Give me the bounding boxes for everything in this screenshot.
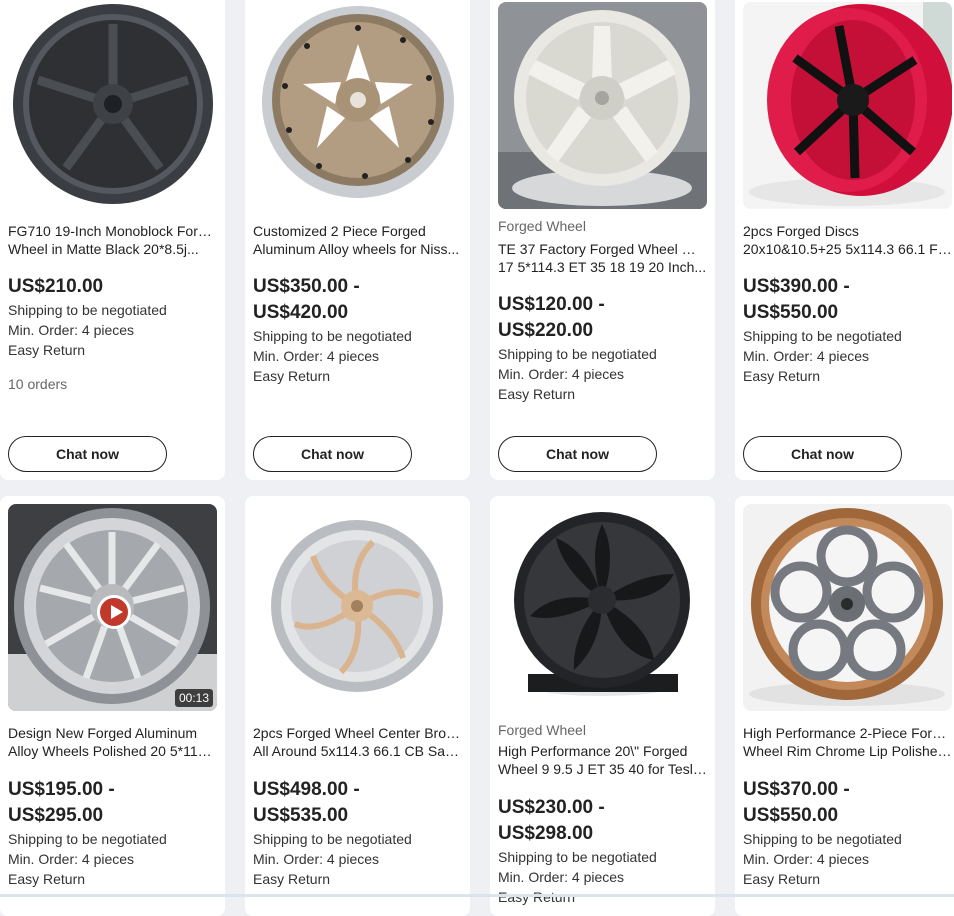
product-card[interactable]: High Performance 2-Piece Forged Wheel Ri… — [735, 496, 954, 916]
easy-return-text: Easy Return — [253, 368, 331, 384]
min-order-text: Min. Order: 4 pieces — [498, 366, 625, 382]
price: US$390.00 - — [743, 276, 850, 297]
product-title[interactable]: Design New Forged Aluminum Alloy Wheels … — [8, 724, 217, 760]
orders-count: 10 orders — [8, 376, 68, 392]
easy-return-text: Easy Return — [743, 871, 821, 887]
price: US$295.00 — [8, 805, 104, 826]
product-card[interactable]: 2pcs Forged Wheel Center Bronze All Arou… — [245, 496, 470, 916]
price: US$535.00 — [253, 805, 349, 826]
easy-return-text: Easy Return — [498, 386, 576, 402]
title-line: 17 5*114.3 ET 35 18 19 20 Inch... — [498, 259, 707, 275]
title-line: High Performance 2-Piece Forged — [743, 725, 952, 741]
product-card[interactable]: Customized 2 Piece Forged Aluminum Alloy… — [245, 0, 470, 480]
shipping-text: Shipping to be negotiated — [8, 302, 167, 318]
product-image[interactable] — [498, 504, 707, 711]
title-line: 2pcs Forged Discs — [743, 223, 859, 239]
price: US$220.00 — [498, 320, 594, 341]
shipping-text: Shipping to be negotiated — [253, 831, 412, 847]
video-duration: 00:13 — [174, 689, 213, 707]
product-card[interactable]: Forged Wheel TE 37 Factory Forged Wheel … — [490, 0, 715, 480]
title-line: FG710 19-Inch Monoblock Forged — [8, 223, 217, 239]
price: US$210.00 — [8, 276, 104, 297]
easy-return-text: Easy Return — [498, 889, 576, 905]
product-video[interactable]: 00:13 — [8, 504, 217, 711]
product-image[interactable] — [253, 504, 462, 711]
title-line: All Around 5x114.3 66.1 CB Sati... — [253, 743, 462, 759]
price: US$230.00 - — [498, 797, 605, 818]
product-title[interactable]: Customized 2 Piece Forged Aluminum Alloy… — [253, 222, 462, 258]
price: US$370.00 - — [743, 779, 850, 800]
easy-return-text: Easy Return — [8, 871, 86, 887]
shipping-text: Shipping to be negotiated — [253, 328, 412, 344]
min-order-text: Min. Order: 4 pieces — [743, 348, 870, 364]
chat-now-button[interactable]: Chat now — [8, 436, 167, 472]
wheel-image — [498, 2, 707, 209]
wheel-image — [498, 504, 707, 711]
product-card[interactable]: FG710 19-Inch Monoblock Forged Wheel in … — [0, 0, 225, 480]
title-line: 20x10&10.5+25 5x114.3 66.1 Fl... — [743, 241, 952, 257]
title-line: Alloy Wheels Polished 20 5*114.... — [8, 743, 217, 759]
shipping-text: Shipping to be negotiated — [498, 849, 657, 865]
product-title[interactable]: High Performance 2-Piece Forged Wheel Ri… — [743, 724, 952, 760]
product-title[interactable]: High Performance 20\" Forged Wheel 9 9.5… — [498, 742, 707, 778]
title-line: Wheel 9 9.5 J ET 35 40 for Tesla... — [498, 761, 707, 777]
title-line: High Performance 20\" Forged — [498, 743, 688, 759]
min-order-text: Min. Order: 4 pieces — [498, 869, 625, 885]
title-line: Design New Forged Aluminum — [8, 725, 198, 741]
min-order-text: Min. Order: 4 pieces — [8, 322, 135, 338]
price: US$350.00 - — [253, 276, 360, 297]
price: US$550.00 — [743, 302, 839, 323]
product-image[interactable] — [743, 2, 952, 209]
min-order-text: Min. Order: 4 pieces — [253, 851, 380, 867]
product-image[interactable] — [253, 0, 462, 207]
product-card[interactable]: Forged Wheel High Performance 20\" Forge… — [490, 496, 715, 916]
price: US$195.00 - — [8, 779, 115, 800]
play-icon[interactable] — [97, 595, 131, 629]
price: US$298.00 — [498, 823, 594, 844]
product-card[interactable]: 00:13 Design New Forged Aluminum Alloy W… — [0, 496, 225, 916]
supplier-name[interactable]: Forged Wheel — [498, 722, 586, 738]
chat-now-button[interactable]: Chat now — [498, 436, 657, 472]
chat-now-button[interactable]: Chat now — [743, 436, 902, 472]
product-image[interactable] — [743, 504, 952, 711]
price: US$550.00 — [743, 805, 839, 826]
easy-return-text: Easy Return — [743, 368, 821, 384]
easy-return-text: Easy Return — [8, 342, 86, 358]
min-order-text: Min. Order: 4 pieces — [253, 348, 380, 364]
product-title[interactable]: 2pcs Forged Discs 20x10&10.5+25 5x114.3 … — [743, 222, 952, 258]
price: US$120.00 - — [498, 294, 605, 315]
title-line: Aluminum Alloy wheels for Niss... — [253, 241, 460, 257]
easy-return-text: Easy Return — [253, 871, 331, 887]
product-title[interactable]: 2pcs Forged Wheel Center Bronze All Arou… — [253, 724, 462, 760]
title-line: Customized 2 Piece Forged — [253, 223, 426, 239]
min-order-text: Min. Order: 4 pieces — [743, 851, 870, 867]
price: US$420.00 — [253, 302, 349, 323]
product-image[interactable] — [498, 2, 707, 209]
title-line: Wheel Rim Chrome Lip Polished... — [743, 743, 952, 759]
chat-now-button[interactable]: Chat now — [253, 436, 412, 472]
supplier-name[interactable]: Forged Wheel — [498, 218, 586, 234]
wheel-image — [743, 2, 952, 209]
wheel-image — [253, 504, 462, 711]
shipping-text: Shipping to be negotiated — [743, 831, 902, 847]
shipping-text: Shipping to be negotiated — [8, 831, 167, 847]
title-line: TE 37 Factory Forged Wheel White — [498, 241, 707, 257]
title-line: 2pcs Forged Wheel Center Bronze — [253, 725, 462, 741]
shipping-text: Shipping to be negotiated — [743, 328, 902, 344]
shipping-text: Shipping to be negotiated — [498, 346, 657, 362]
product-title[interactable]: TE 37 Factory Forged Wheel White 17 5*11… — [498, 240, 707, 276]
wheel-image — [253, 0, 462, 207]
product-card[interactable]: 2pcs Forged Discs 20x10&10.5+25 5x114.3 … — [735, 0, 954, 480]
product-image[interactable] — [8, 0, 217, 207]
product-title[interactable]: FG710 19-Inch Monoblock Forged Wheel in … — [8, 222, 217, 258]
price: US$498.00 - — [253, 779, 360, 800]
min-order-text: Min. Order: 4 pieces — [8, 851, 135, 867]
wheel-image — [743, 504, 952, 711]
wheel-image — [8, 0, 217, 207]
title-line: Wheel in Matte Black 20*8.5j... — [8, 241, 199, 257]
